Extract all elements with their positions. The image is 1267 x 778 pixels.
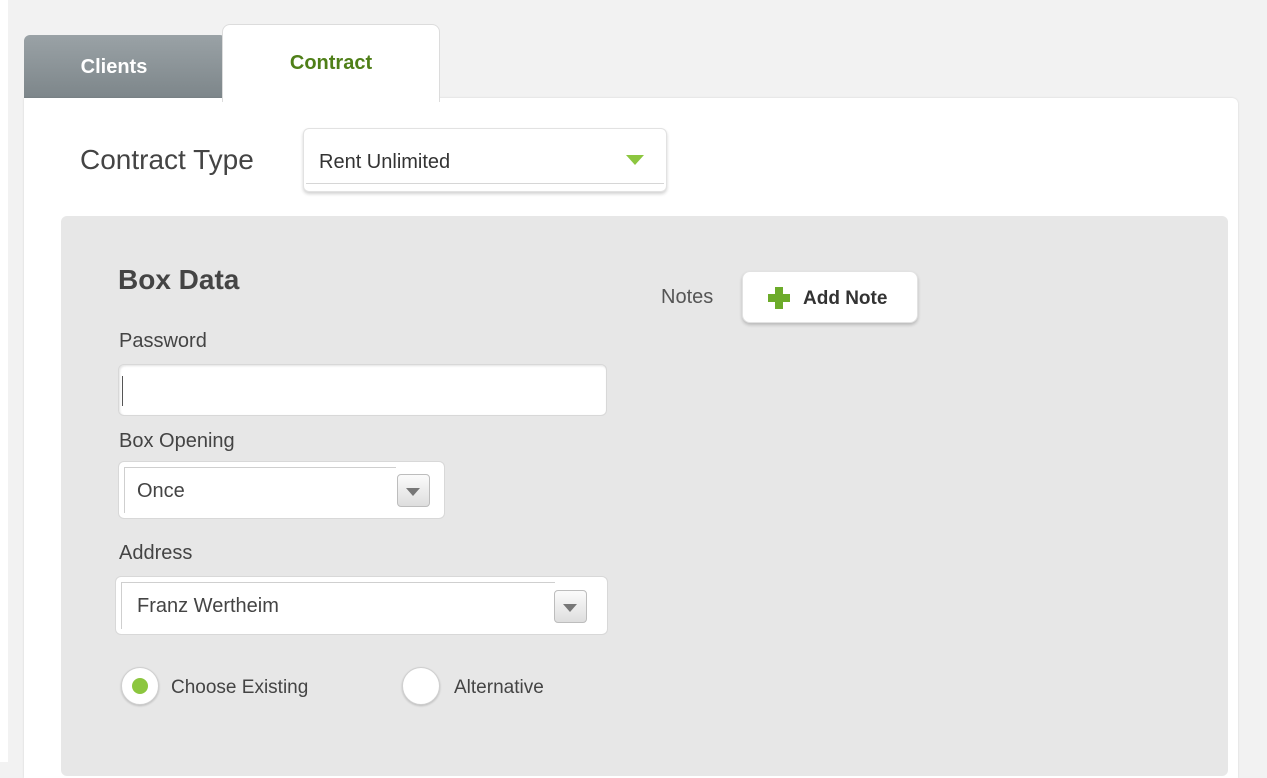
box-data-title: Box Data xyxy=(118,264,240,295)
box-data-section: Box Data Password Box Opening Once Addre… xyxy=(61,216,1228,776)
radio-choose-existing-label: Choose Existing xyxy=(171,677,309,698)
tab-contract[interactable]: Contract xyxy=(222,24,440,102)
address-label: Address xyxy=(119,542,193,564)
chevron-down-icon xyxy=(626,155,644,165)
plus-icon xyxy=(768,287,790,309)
tab-clients[interactable]: Clients xyxy=(24,35,226,100)
select-underline xyxy=(306,183,664,184)
notes-label: Notes xyxy=(661,286,714,308)
tab-contract-label: Contract xyxy=(289,52,373,74)
box-opening-select[interactable]: Once xyxy=(118,461,445,519)
box-opening-dropdown-button[interactable] xyxy=(397,474,430,507)
left-edge-strip xyxy=(0,0,8,762)
radio-alternative-label: Alternative xyxy=(454,677,544,698)
password-label: Password xyxy=(119,330,207,352)
add-note-button[interactable]: Add Note xyxy=(742,271,918,323)
radio-selected-dot xyxy=(132,678,148,694)
address-value: Franz Wertheim xyxy=(137,595,279,617)
tab-clients-label: Clients xyxy=(80,56,148,78)
contract-panel: Contract Type Rent Unlimited Box Data Pa… xyxy=(24,98,1238,778)
contract-type-value: Rent Unlimited xyxy=(319,151,451,173)
add-note-label: Add Note xyxy=(803,288,888,309)
contract-type-select[interactable]: Rent Unlimited xyxy=(303,128,667,192)
password-input[interactable] xyxy=(118,364,607,416)
radio-choose-existing[interactable] xyxy=(121,667,159,705)
radio-alternative[interactable] xyxy=(402,667,440,705)
address-dropdown-button[interactable] xyxy=(554,590,587,623)
box-opening-label: Box Opening xyxy=(119,430,235,452)
address-select[interactable]: Franz Wertheim xyxy=(115,576,608,635)
text-caret xyxy=(122,376,123,406)
box-opening-value: Once xyxy=(137,480,185,502)
contract-type-label: Contract Type xyxy=(80,144,254,175)
tab-bar: Clients Contract xyxy=(24,24,1238,102)
